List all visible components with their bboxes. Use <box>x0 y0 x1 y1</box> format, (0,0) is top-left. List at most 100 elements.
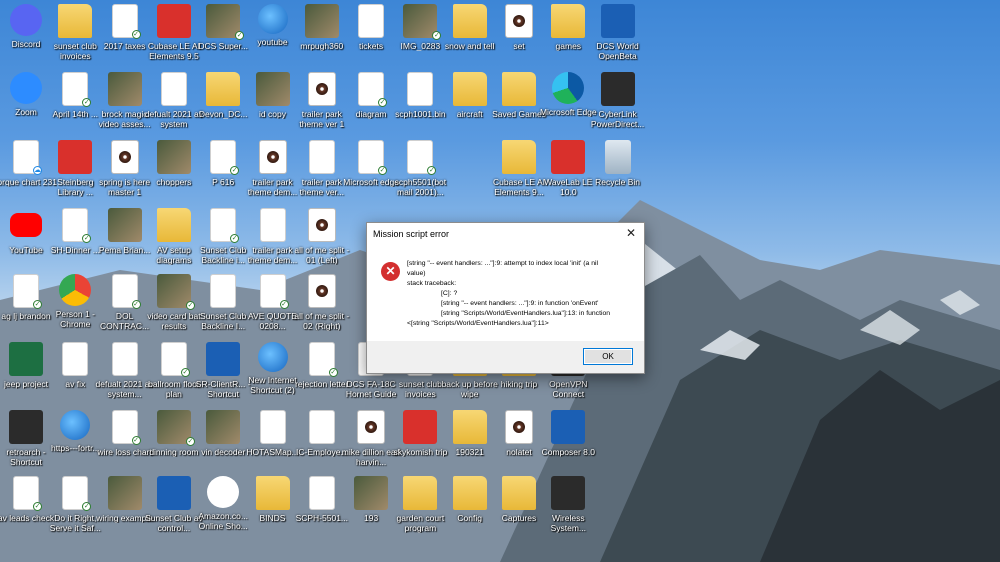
zoom-icon <box>10 72 42 104</box>
document-icon <box>358 4 385 38</box>
dcs-icon <box>600 4 635 38</box>
document-icon: ✓ <box>308 342 338 377</box>
media-file-icon <box>357 410 386 444</box>
desktop-icon-label: OpenVPN Connect <box>549 379 588 399</box>
chrome-icon <box>59 274 92 306</box>
spreadsheet-file-icon: ✓ <box>111 4 141 39</box>
traceback-line: [string "Scripts/World/EventHandlers.lua… <box>441 310 611 317</box>
error-line: value) <box>407 270 426 277</box>
desktop-icon[interactable]: all of me split - 02 (Right) <box>291 274 353 331</box>
synced-check-icon: ✓ <box>82 98 92 107</box>
document-icon <box>160 72 187 106</box>
pdf-icon: ✓ <box>62 476 92 511</box>
internet-shortcut-icon <box>257 4 288 34</box>
document-icon: ☁ <box>13 140 42 175</box>
document-icon: ✓ <box>160 342 190 377</box>
youtube-icon <box>10 213 42 237</box>
document-icon: ✓ <box>111 274 141 309</box>
ok-button[interactable]: OK <box>583 348 633 365</box>
traceback-line: [C]: ? <box>441 290 458 297</box>
file-icon <box>407 72 434 106</box>
desktop-icon-label: all of me split - 02 (Right) <box>294 311 350 331</box>
folder-icon <box>452 72 487 106</box>
synced-check-icon: ✓ <box>131 300 141 309</box>
dialog-titlebar[interactable]: Mission script error ✕ <box>367 223 644 245</box>
folder-icon <box>206 72 241 106</box>
error-message: [string "-- event handlers: ..."]:9: att… <box>407 259 637 329</box>
traceback-line: [string "-- event handlers: ..."]:9: in … <box>441 300 599 307</box>
image-file-icon: ✓ <box>156 274 195 310</box>
dialog-title: Mission script error <box>373 229 450 239</box>
synced-check-icon: ✓ <box>279 300 289 309</box>
document-icon: ✓ <box>259 274 289 309</box>
document-icon: ✓ <box>13 274 42 309</box>
media-file-icon <box>110 140 139 174</box>
composer-icon <box>551 410 586 444</box>
close-icon[interactable]: ✕ <box>626 226 636 240</box>
synced-check-icon: ✓ <box>82 234 92 243</box>
document-icon <box>111 342 138 376</box>
internet-shortcut-icon <box>60 410 91 440</box>
image-file-icon <box>156 140 191 174</box>
file-icon <box>259 410 286 444</box>
wavelab-icon <box>551 140 586 174</box>
folder-icon <box>255 476 290 510</box>
image-file-icon <box>354 476 389 510</box>
synced-check-icon: ✓ <box>131 30 141 39</box>
folder-icon <box>551 4 586 38</box>
error-line: stack traceback: <box>407 280 457 287</box>
dialog-body: ✕ [string "-- event handlers: ..."]:9: a… <box>367 245 644 340</box>
image-file-icon <box>107 208 142 242</box>
excel-icon <box>9 342 43 376</box>
desktop-icon[interactable]: DCS World OpenBeta <box>587 4 649 61</box>
document-icon: ✓ <box>62 208 92 243</box>
media-file-icon <box>307 72 336 106</box>
document-icon: ✓ <box>13 476 42 511</box>
synced-check-icon: ✓ <box>180 368 190 377</box>
desktop-icon-label: Composer 8.0 <box>541 447 595 457</box>
photo-icon: ✓ <box>403 4 442 40</box>
synced-check-icon: ✓ <box>378 98 388 107</box>
recycle-bin-icon <box>604 140 631 174</box>
image-file-icon <box>304 4 339 38</box>
image-file-icon: ✓ <box>156 410 195 446</box>
desktop-icon[interactable]: ✓ scph5501(bot mail 2001)... <box>389 140 451 197</box>
synced-check-icon: ✓ <box>82 502 92 511</box>
error-line: [string "-- event handlers: ..."]:9: att… <box>407 260 599 267</box>
traceback-line: <[string "Scripts/World/EventHandlers.lu… <box>407 320 549 327</box>
amazon-icon <box>207 476 240 508</box>
desktop-icon[interactable]: all of me split - 01 (Left) <box>291 208 353 265</box>
document-icon: ✓ <box>210 140 240 175</box>
document-icon <box>62 342 89 376</box>
retroarch-icon <box>9 410 43 444</box>
desktop-icon[interactable]: CyberLink PowerDirect... <box>587 72 649 129</box>
desktop-icon[interactable]: Composer 8.0 <box>537 410 599 457</box>
synced-check-icon: ✓ <box>427 166 437 175</box>
desktop-icon[interactable]: Wireless System... <box>537 476 599 533</box>
folder-icon <box>452 410 487 444</box>
synced-check-icon: ✓ <box>328 368 338 377</box>
desktop-icon[interactable]: Recycle Bin <box>587 140 649 187</box>
media-file-icon <box>307 274 336 308</box>
file-icon: ✓ <box>407 140 437 175</box>
desktop-icon-label: all of me split - 01 (Left) <box>294 245 350 265</box>
folder-icon <box>58 4 93 38</box>
video-file-icon <box>107 72 142 106</box>
edge-icon <box>552 72 585 104</box>
word-file-icon <box>210 274 237 308</box>
file-icon <box>308 140 335 174</box>
desktop-icon-label: CyberLink PowerDirect... <box>590 109 645 129</box>
file-icon: ✓ <box>358 140 388 175</box>
synced-check-icon: ✓ <box>33 300 42 309</box>
synced-check-icon: ✓ <box>378 166 388 175</box>
desktop-icon-label: Wireless System... <box>550 513 587 533</box>
folder-icon <box>156 208 191 242</box>
synced-check-icon: ✓ <box>33 502 42 511</box>
document-icon: ✓ <box>210 208 240 243</box>
mission-script-error-dialog: Mission script error ✕ ✕ [string "-- eve… <box>366 222 645 374</box>
wireless-system-icon <box>551 476 586 510</box>
cloud-sync-icon: ☁ <box>33 166 42 175</box>
file-icon <box>259 208 286 242</box>
steinberg-icon <box>58 140 93 174</box>
folder-icon <box>502 476 536 510</box>
